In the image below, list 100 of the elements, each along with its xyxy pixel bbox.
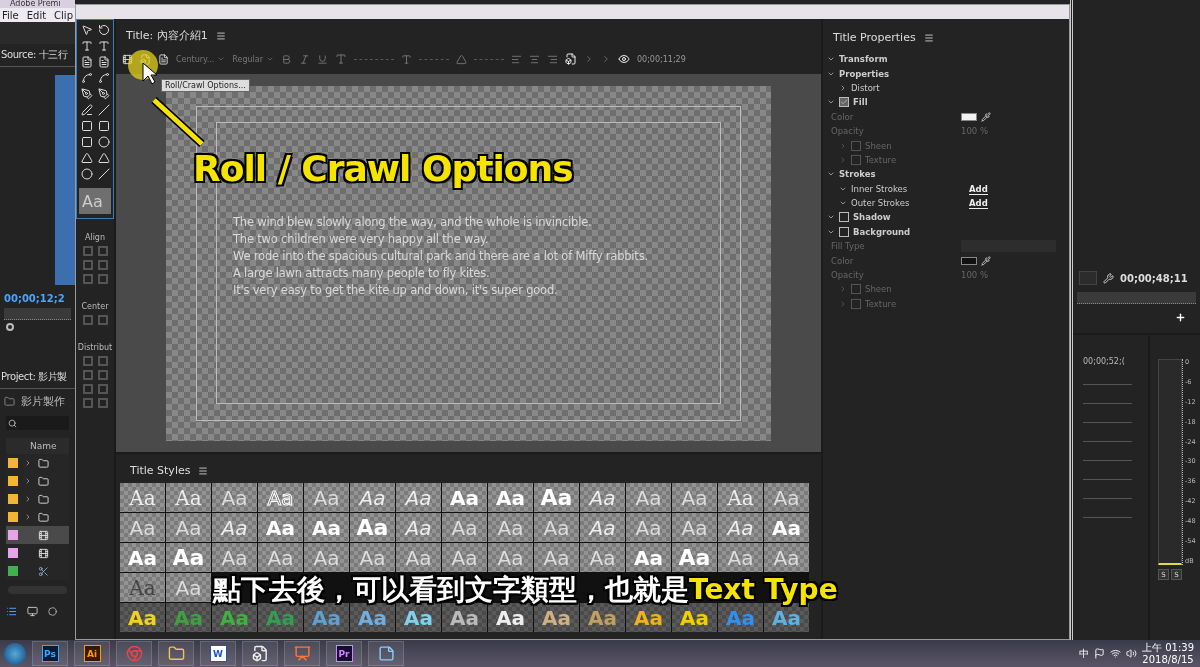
style-swatch[interactable]: Aa bbox=[442, 543, 487, 572]
style-swatch[interactable]: Aa bbox=[488, 513, 533, 542]
add-link[interactable]: Add bbox=[969, 183, 988, 195]
font-style-dropdown[interactable]: Regular bbox=[232, 54, 274, 64]
chevron-right-icon[interactable] bbox=[839, 83, 847, 92]
style-swatch[interactable]: Aa bbox=[166, 513, 211, 542]
style-swatch[interactable]: Aa bbox=[350, 483, 395, 512]
vertical-area-type-tool-icon[interactable] bbox=[97, 56, 110, 68]
path-type-tool-icon[interactable] bbox=[80, 72, 93, 84]
ellipse-tool-icon[interactable] bbox=[80, 168, 93, 180]
eyedropper-icon[interactable] bbox=[981, 255, 991, 266]
clipped-rectangle-tool-icon[interactable] bbox=[80, 136, 93, 148]
input-method-indicator[interactable]: 中 bbox=[1079, 646, 1089, 661]
menu-item[interactable]: File bbox=[2, 9, 19, 21]
checkbox[interactable] bbox=[839, 212, 849, 223]
checkbox[interactable] bbox=[839, 97, 849, 108]
style-swatch[interactable]: Aa bbox=[396, 603, 441, 632]
style-swatch[interactable]: Aa bbox=[120, 573, 165, 602]
vertical-type-tool-icon[interactable] bbox=[97, 40, 110, 52]
underline-icon[interactable] bbox=[317, 53, 328, 65]
flag-icon[interactable] bbox=[1094, 648, 1105, 659]
style-swatch[interactable]: Aa bbox=[258, 513, 303, 542]
style-swatch[interactable]: Aa bbox=[488, 543, 533, 572]
style-swatch[interactable]: Aa bbox=[534, 483, 579, 512]
style-swatch[interactable]: Aa bbox=[442, 603, 487, 632]
style-swatch[interactable]: Aa bbox=[580, 513, 625, 542]
align-left-icon[interactable] bbox=[511, 53, 522, 65]
chevron-icon[interactable] bbox=[24, 477, 32, 485]
menu-icon[interactable] bbox=[215, 30, 226, 41]
style-swatch[interactable]: Aa bbox=[166, 483, 211, 512]
wrench-icon[interactable] bbox=[1103, 272, 1114, 284]
style-swatch[interactable]: Aa bbox=[212, 543, 257, 572]
column-header[interactable]: Name bbox=[6, 438, 69, 454]
line-tool-icon[interactable] bbox=[97, 104, 110, 116]
style-swatch[interactable]: Aa bbox=[488, 483, 533, 512]
bold-icon[interactable] bbox=[281, 53, 292, 65]
style-swatch[interactable]: Aa bbox=[396, 543, 441, 572]
bin-up-icon[interactable] bbox=[4, 396, 15, 407]
taskbar-button[interactable] bbox=[158, 641, 194, 666]
style-swatch[interactable]: Aa bbox=[258, 543, 303, 572]
style-swatch[interactable]: Aa bbox=[350, 543, 395, 572]
plus-icon[interactable] bbox=[1175, 312, 1186, 323]
eye-icon[interactable] bbox=[618, 53, 630, 65]
type-tool-icon[interactable] bbox=[80, 40, 93, 52]
eyedropper-icon[interactable] bbox=[981, 111, 991, 122]
style-swatch[interactable]: Aa bbox=[212, 513, 257, 542]
style-swatch[interactable]: Aa bbox=[442, 513, 487, 542]
style-swatch[interactable]: Aa bbox=[212, 603, 257, 632]
style-swatch[interactable]: Aa bbox=[764, 543, 809, 572]
style-swatch[interactable]: Aa bbox=[488, 603, 533, 632]
pen-tool-icon[interactable] bbox=[80, 88, 93, 100]
style-swatch[interactable]: Aa bbox=[534, 543, 579, 572]
list-view-icon[interactable] bbox=[6, 606, 17, 617]
search-field[interactable] bbox=[6, 416, 69, 430]
style-swatch[interactable]: Aa bbox=[166, 603, 211, 632]
style-swatch[interactable]: Aa bbox=[350, 513, 395, 542]
style-swatch[interactable]: Aa bbox=[396, 483, 441, 512]
italic-icon[interactable] bbox=[299, 53, 310, 65]
kerning-icon[interactable] bbox=[401, 53, 412, 65]
chevron-icon[interactable] bbox=[24, 459, 32, 467]
style-swatch[interactable]: Aa bbox=[672, 603, 717, 632]
font-dropdown[interactable]: Century... bbox=[176, 54, 226, 64]
selection-tool-icon[interactable] bbox=[80, 24, 93, 36]
style-swatch[interactable]: Aa bbox=[718, 483, 763, 512]
taskbar-button[interactable]: Ps bbox=[32, 641, 68, 666]
chevron-icon[interactable] bbox=[24, 513, 32, 521]
leading-icon[interactable] bbox=[456, 53, 467, 65]
font-size-icon[interactable] bbox=[335, 53, 347, 65]
style-swatch[interactable]: Aa bbox=[258, 483, 303, 512]
style-swatch[interactable]: Aa bbox=[672, 483, 717, 512]
volume-icon[interactable] bbox=[1126, 648, 1137, 659]
menu-icon[interactable] bbox=[923, 32, 934, 43]
add-link[interactable]: Add bbox=[969, 198, 988, 210]
taskbar-button[interactable]: Pr bbox=[326, 641, 362, 666]
tab-stops-icon[interactable] bbox=[565, 53, 577, 65]
convert-anchor-tool-icon[interactable] bbox=[80, 104, 93, 116]
style-swatch[interactable]: Aa bbox=[120, 543, 165, 572]
style-swatch[interactable]: Aa bbox=[626, 603, 671, 632]
style-swatch[interactable]: Aa bbox=[396, 513, 441, 542]
style-swatch[interactable]: Aa bbox=[120, 603, 165, 632]
style-swatch[interactable]: Aa bbox=[580, 483, 625, 512]
start-button[interactable] bbox=[4, 642, 26, 665]
style-swatch[interactable]: Aa bbox=[672, 543, 717, 572]
icon-view-icon[interactable] bbox=[27, 606, 38, 617]
zoom-slider-handle[interactable] bbox=[48, 607, 57, 616]
chevron-icon[interactable] bbox=[24, 495, 32, 503]
checkbox[interactable] bbox=[839, 226, 849, 237]
templates-icon[interactable] bbox=[158, 53, 169, 65]
style-swatch[interactable]: Aa bbox=[120, 483, 165, 512]
style-swatch[interactable]: Aa bbox=[304, 483, 349, 512]
style-swatch[interactable]: Aa bbox=[166, 573, 211, 602]
style-swatch[interactable]: Aa bbox=[672, 513, 717, 542]
style-swatch[interactable]: Aa bbox=[534, 513, 579, 542]
area-type-tool-icon[interactable] bbox=[80, 56, 93, 68]
style-swatch[interactable]: Aa bbox=[304, 543, 349, 572]
taskbar-button[interactable]: Ai bbox=[74, 641, 110, 666]
style-swatch[interactable]: Aa bbox=[626, 513, 671, 542]
style-swatch[interactable]: Aa bbox=[258, 603, 303, 632]
taskbar-button[interactable] bbox=[368, 641, 404, 666]
arc-tool-icon[interactable] bbox=[97, 152, 110, 164]
